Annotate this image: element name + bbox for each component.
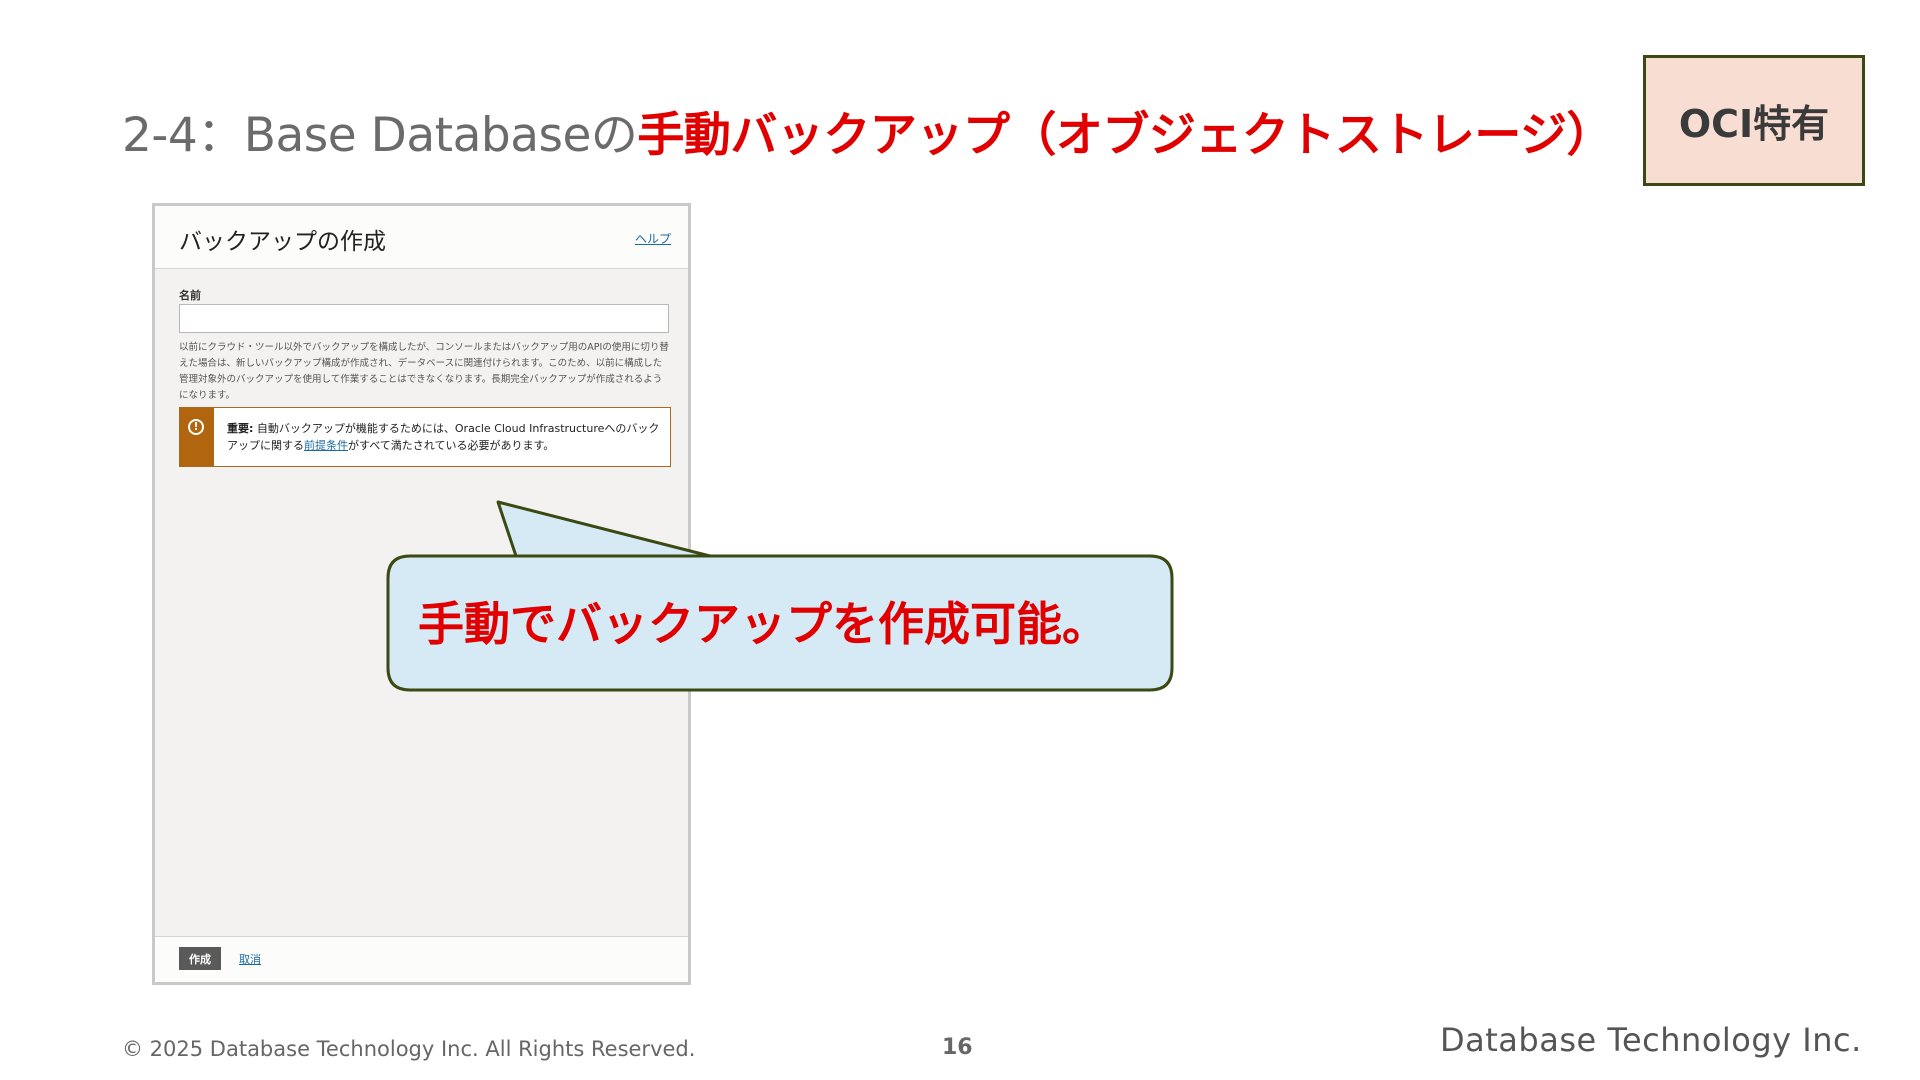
speech-callout: [386, 500, 1174, 692]
footer-copyright: © 2025 Database Technology Inc. All Righ…: [122, 1037, 696, 1061]
company-logo: Database Technology Inc.: [1440, 1021, 1862, 1059]
callout-text: 手動でバックアップを作成可能。: [418, 597, 1108, 651]
page-number: 16: [942, 1035, 973, 1060]
